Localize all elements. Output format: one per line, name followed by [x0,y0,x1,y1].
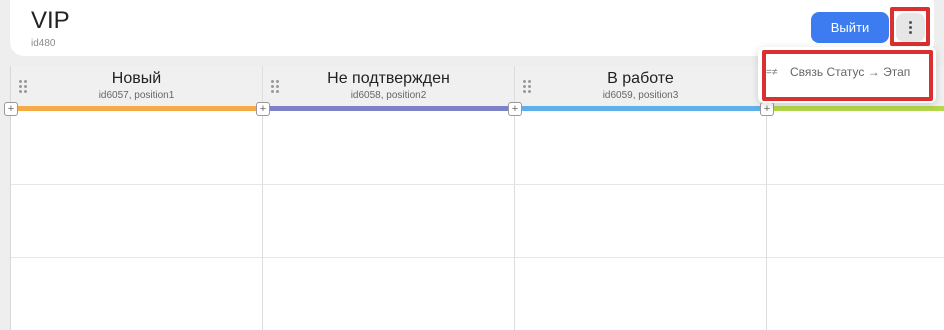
column-in-progress: В работе id6059, position3 [515,66,767,330]
page-subtitle: id480 [31,38,56,49]
column-partial [767,66,944,330]
add-column-icon[interactable]: + [4,102,18,116]
column-color-bar [263,106,514,111]
column-header[interactable]: В работе id6059, position3 [515,66,766,107]
exit-button[interactable]: Выйти [811,12,889,43]
column-header[interactable]: Не подтвержден id6058, position2 [263,66,514,107]
vertical-dots-icon [909,21,912,24]
column-color-bar [515,106,766,111]
column-header[interactable]: Новый id6057, position1 [11,66,262,107]
column-title: Новый [111,70,162,87]
add-column-icon[interactable]: + [256,102,270,116]
column-not-confirmed: Не подтвержден id6058, position2 [263,66,515,330]
row-divider [11,184,944,185]
column-meta: id6058, position2 [350,90,427,101]
more-options-menu: =≠ Связь Статус → Этап [758,47,936,103]
menu-item-label: Связь Статус → Этап [790,65,911,79]
kanban-board: Новый id6057, position1 Не подтвержден i… [4,66,944,330]
row-divider [11,257,944,258]
column-title: В работе [607,70,674,87]
column-color-bar [767,106,944,111]
link-status-icon: =≠ [766,66,778,78]
column-new: Новый id6057, position1 [11,66,263,330]
add-column-icon[interactable]: + [508,102,522,116]
column-meta: id6059, position3 [602,90,679,101]
menu-item-status-stage-link[interactable]: =≠ Связь Статус → Этап [766,65,910,79]
column-meta: id6057, position1 [98,90,175,101]
more-options-button[interactable] [896,13,925,42]
column-title: Не подтвержден [327,70,450,87]
column-color-bar [11,106,262,111]
page-title: VIP [31,7,70,34]
add-column-icon[interactable]: + [760,102,774,116]
